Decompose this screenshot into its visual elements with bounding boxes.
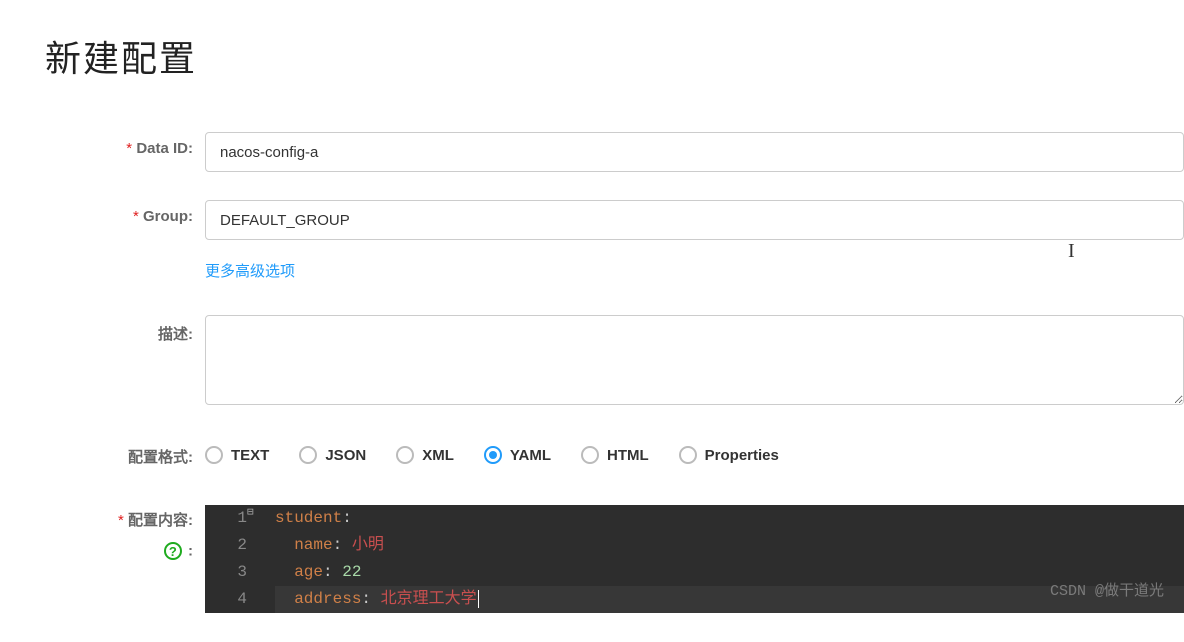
- code-line[interactable]: address: 北京理工大学: [275, 586, 1184, 613]
- page-title: 新建配置: [45, 30, 1184, 82]
- format-radio-html[interactable]: HTML: [581, 446, 649, 464]
- radio-icon: [581, 446, 599, 464]
- help-colon: :: [184, 543, 193, 560]
- help-icon[interactable]: ?: [164, 542, 182, 560]
- label-description: 描述:: [45, 315, 205, 344]
- label-data-id: Data ID:: [45, 132, 205, 157]
- radio-icon: [679, 446, 697, 464]
- radio-icon: [484, 446, 502, 464]
- format-radio-group: TEXT JSON XML YAML HTML Properties: [205, 440, 1184, 464]
- label-group: Group:: [45, 200, 205, 225]
- radio-label: Properties: [705, 447, 779, 464]
- advanced-options-link[interactable]: 更多高级选项: [205, 260, 295, 281]
- label-format: 配置格式:: [45, 440, 205, 467]
- content-code-editor[interactable]: 1234 ⊟ student: name: 小明 age: 22 address…: [205, 505, 1184, 613]
- radio-icon: [396, 446, 414, 464]
- format-radio-yaml[interactable]: YAML: [484, 446, 551, 464]
- description-input[interactable]: [205, 315, 1184, 405]
- radio-icon: [205, 446, 223, 464]
- format-radio-json[interactable]: JSON: [299, 446, 366, 464]
- radio-label: YAML: [510, 447, 551, 464]
- group-input[interactable]: [205, 200, 1184, 240]
- radio-icon: [299, 446, 317, 464]
- format-radio-properties[interactable]: Properties: [679, 446, 779, 464]
- fold-icon[interactable]: ⊟: [247, 508, 257, 518]
- code-line[interactable]: student:: [275, 505, 1184, 532]
- format-radio-text[interactable]: TEXT: [205, 446, 269, 464]
- radio-label: HTML: [607, 447, 649, 464]
- radio-label: TEXT: [231, 447, 269, 464]
- code-line[interactable]: name: 小明: [275, 532, 1184, 559]
- code-line[interactable]: age: 22: [275, 559, 1184, 586]
- radio-label: JSON: [325, 447, 366, 464]
- label-content: 配置内容:: [45, 505, 205, 530]
- radio-label: XML: [422, 447, 454, 464]
- format-radio-xml[interactable]: XML: [396, 446, 454, 464]
- data-id-input[interactable]: [205, 132, 1184, 172]
